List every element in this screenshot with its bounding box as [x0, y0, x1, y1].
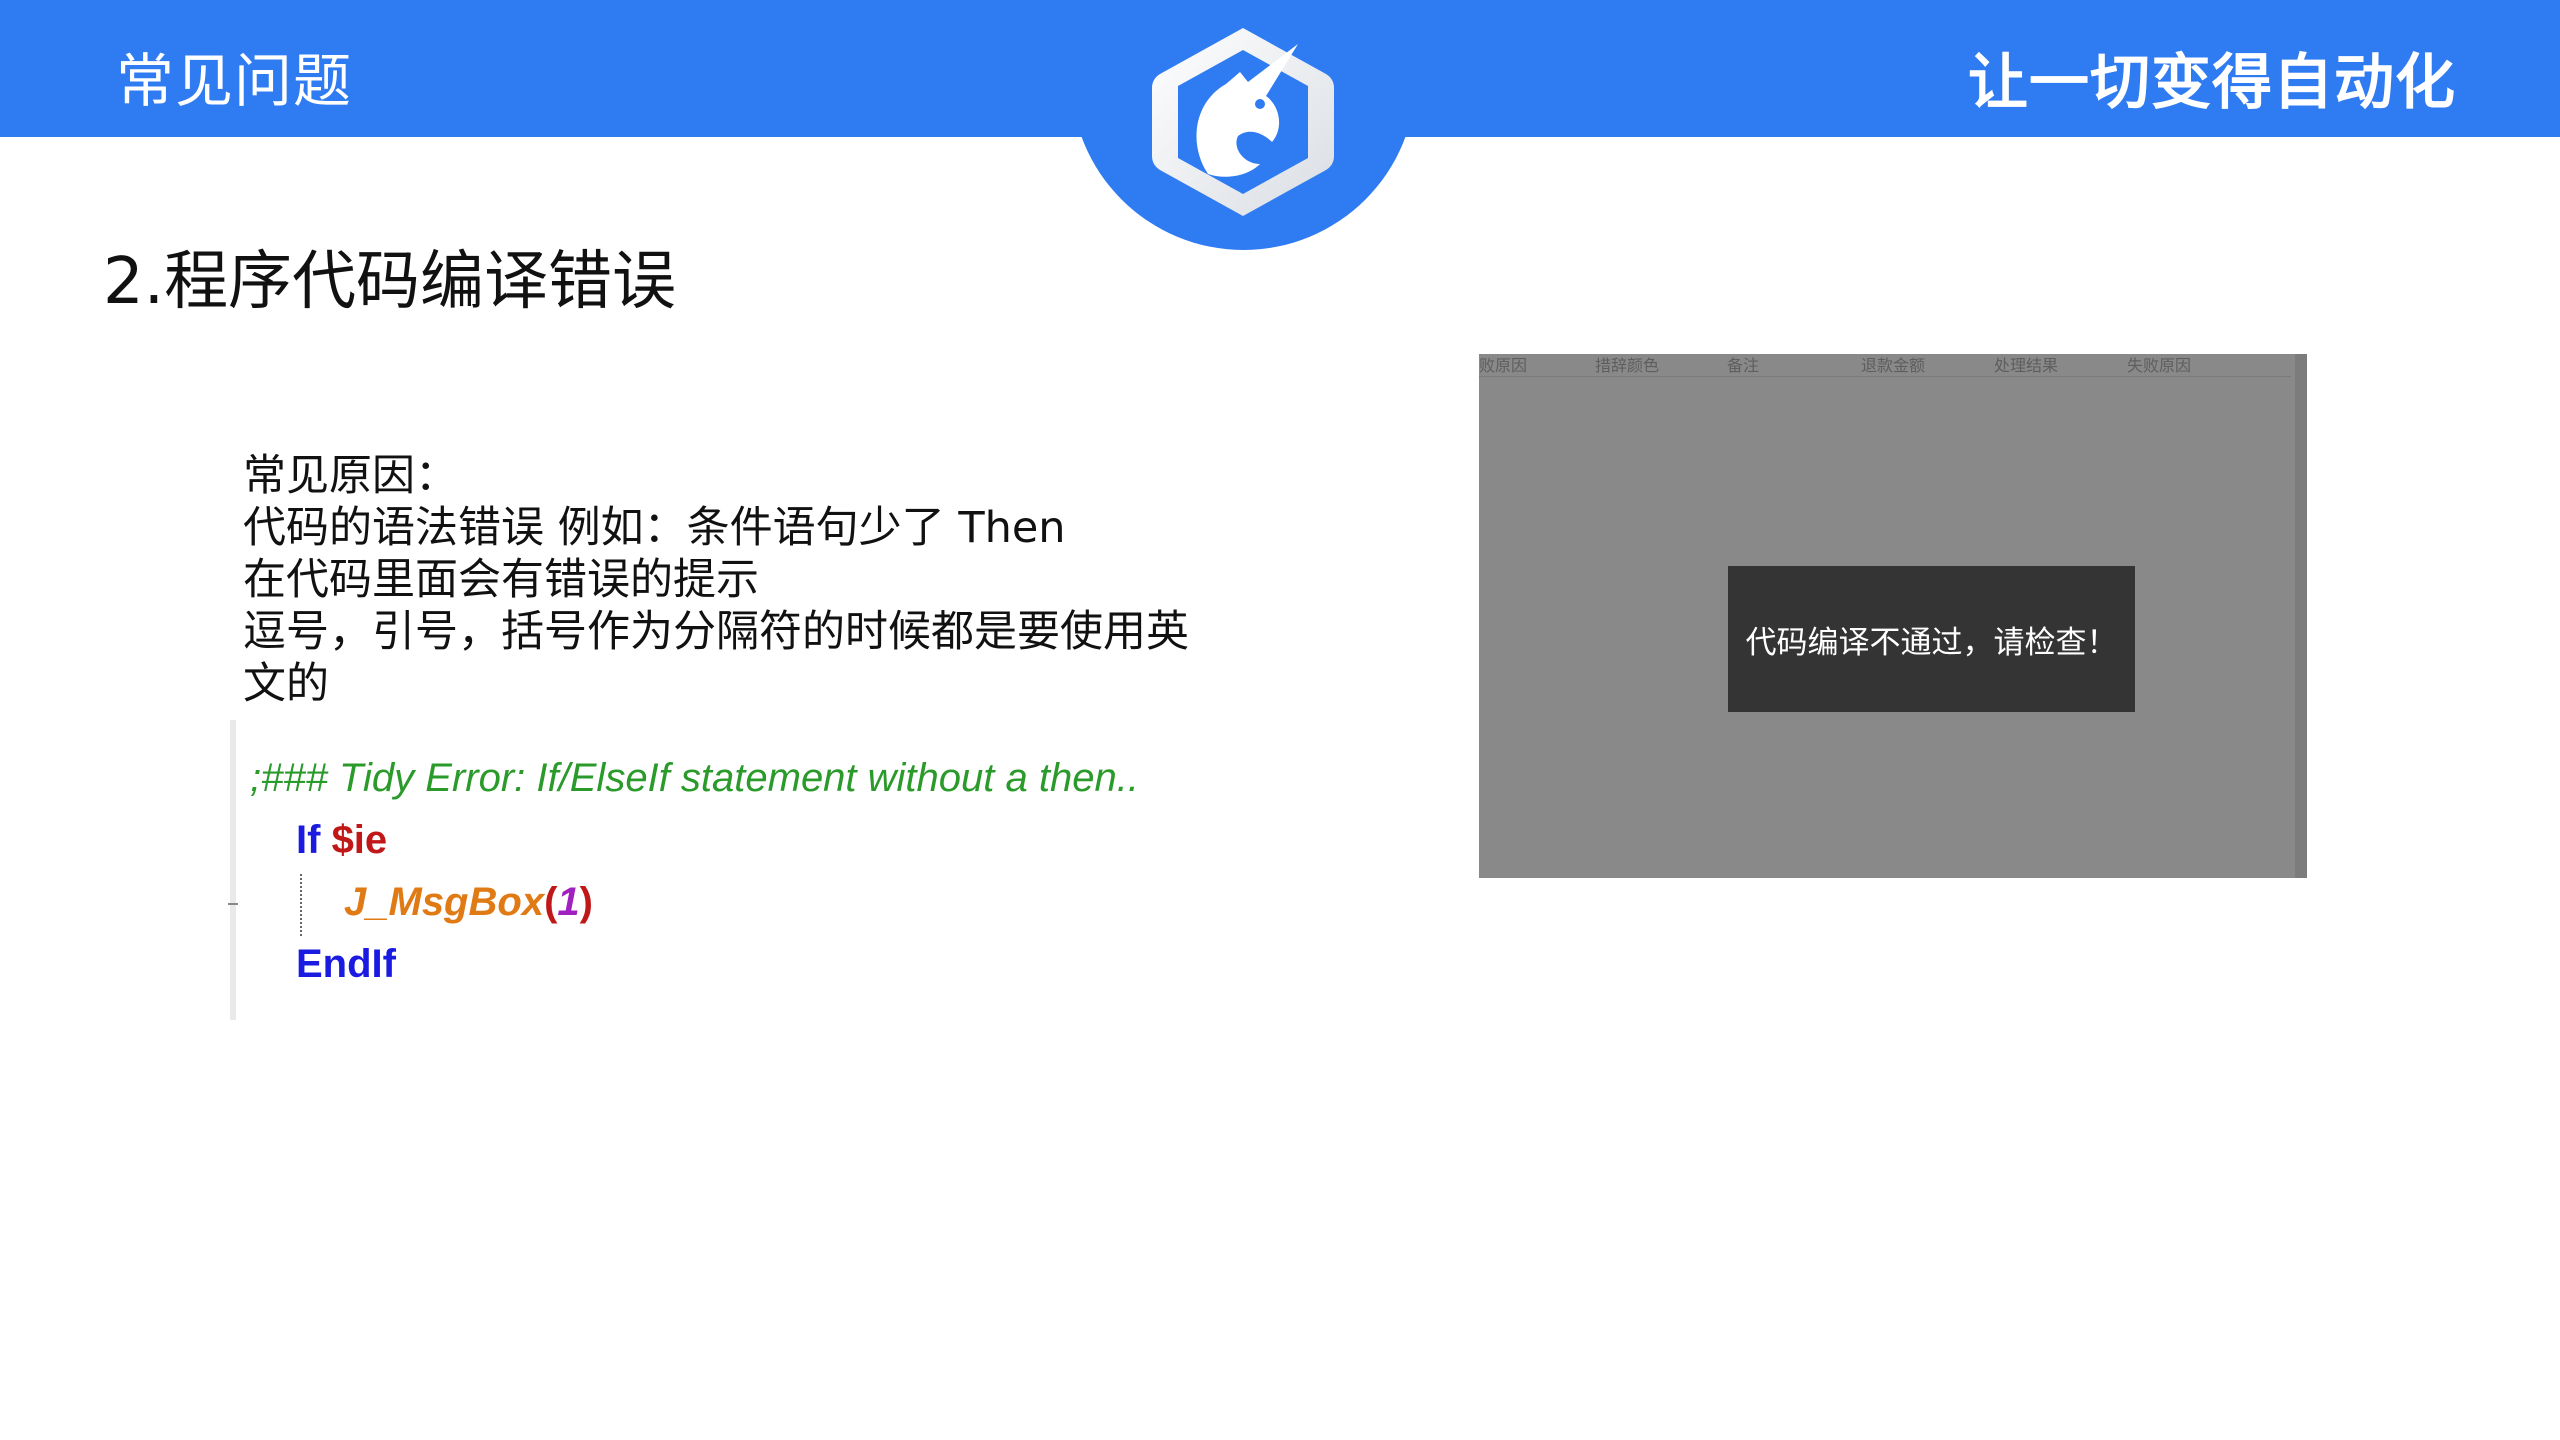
error-toast: 代码编译不通过，请检查！: [1728, 566, 2135, 712]
reasons-line: 文的: [243, 659, 329, 709]
section-title: 2.程序代码编译错误: [103, 245, 677, 319]
reasons-line: 代码的语法错误 例如：条件语句少了 Then: [243, 503, 1066, 553]
column-header: 备注: [1727, 356, 1760, 375]
code-snippet: ;### Tidy Error: If/ElseIf statement wit…: [228, 720, 1216, 1020]
error-screenshot: 败原因 措辞颜色 备注 退款金额 处理结果 失败原因 代码编译不通过，请检查！: [1479, 354, 2307, 878]
code-if-keyword: If: [296, 818, 321, 862]
code-endif-keyword: EndIf: [296, 942, 396, 986]
fold-marker: [228, 903, 238, 905]
column-header: 失败原因: [2127, 356, 2192, 375]
code-if-line: If $ie: [296, 818, 387, 863]
reasons-text: 常见原因： 代码的语法错误 例如：条件语句少了 Then 在代码里面会有错误的提…: [243, 450, 1203, 710]
unicorn-logo-icon: [1152, 28, 1334, 216]
header-title: 常见问题: [116, 47, 353, 115]
column-header: 败原因: [1479, 356, 1528, 375]
code-function-name: J_MsgBox: [344, 880, 545, 924]
reasons-line: 常见原因：: [243, 451, 458, 501]
column-header: 退款金额: [1861, 356, 1926, 375]
header-slogan: 让一切变得自动化: [1968, 48, 2456, 118]
reasons-line: 在代码里面会有错误的提示: [243, 555, 759, 605]
code-comment: ;### Tidy Error: If/ElseIf statement wit…: [250, 756, 1139, 800]
indent-guide: [300, 874, 302, 936]
code-paren-close: ): [579, 880, 593, 924]
column-header: 处理结果: [1994, 356, 2059, 375]
code-paren-open: (: [544, 880, 558, 924]
code-variable: $ie: [331, 818, 388, 862]
reasons-line: 逗号，引号，括号作为分隔符的时候都是要使用英: [243, 607, 1189, 657]
code-argument: 1: [557, 880, 580, 924]
table-column-header: 败原因 措辞颜色 备注 退款金额 处理结果 失败原因: [1479, 354, 2291, 377]
scrollbar[interactable]: [2295, 354, 2307, 878]
code-call-line: J_MsgBox(1): [344, 880, 593, 925]
column-header: 措辞颜色: [1595, 356, 1660, 375]
